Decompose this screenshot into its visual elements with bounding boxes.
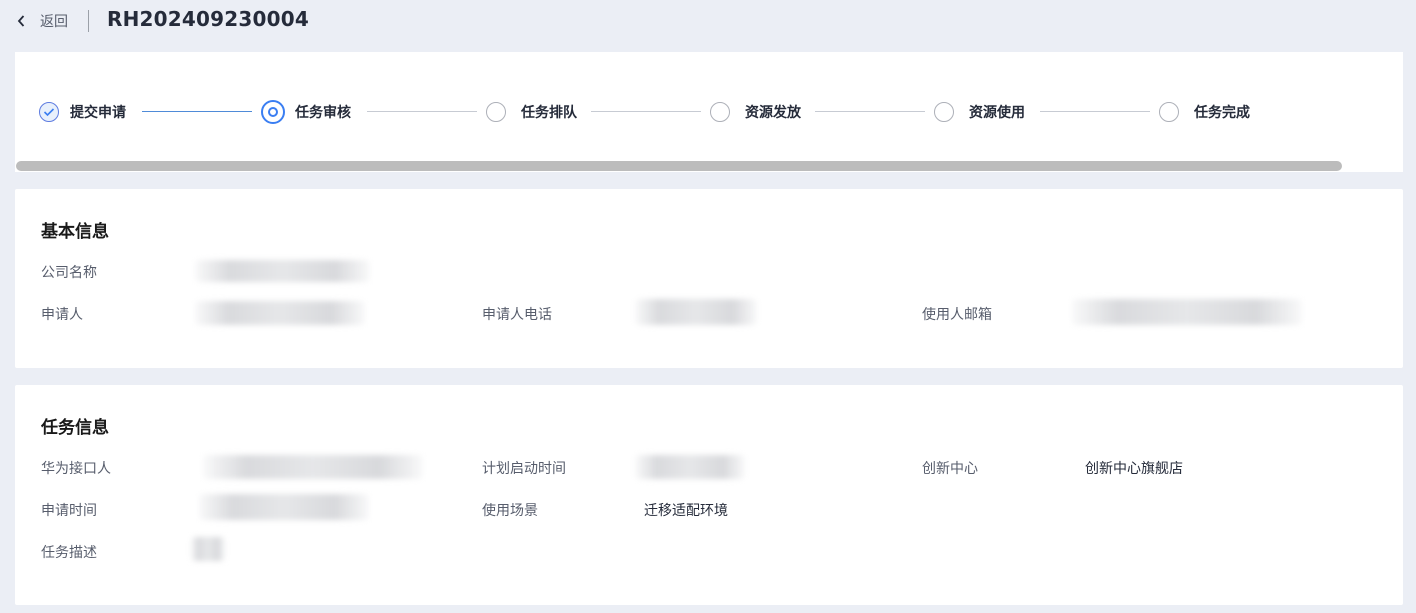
step-connector xyxy=(1040,111,1150,112)
usage-scenario-value: 迁移适配环境 xyxy=(644,503,728,519)
task-description-value-redacted xyxy=(191,537,225,561)
planned-start-label: 计划启动时间 xyxy=(482,461,566,477)
scrollbar-thumb[interactable] xyxy=(16,161,1342,171)
innovation-center-value: 创新中心旗舰店 xyxy=(1085,461,1183,477)
task-info-card: 任务信息 华为接口人 计划启动时间 创新中心 创新中心旗舰店 申请时间 使用场景… xyxy=(15,385,1403,605)
basic-info-card: 基本信息 公司名称 申请人 申请人电话 使用人邮箱 xyxy=(15,189,1403,368)
active-step-icon xyxy=(261,100,285,124)
company-name-value-redacted xyxy=(195,260,370,282)
step-complete: 任务完成 xyxy=(1159,99,1250,125)
page-header: 返回 RH202409230004 xyxy=(0,0,1416,44)
step-label: 任务排队 xyxy=(521,105,577,121)
check-icon xyxy=(39,102,59,122)
step-label: 任务完成 xyxy=(1194,105,1250,121)
planned-start-value-redacted xyxy=(635,455,745,479)
step-connector xyxy=(815,111,925,112)
user-email-value-redacted xyxy=(1072,299,1302,325)
applicant-label: 申请人 xyxy=(41,307,83,323)
pending-step-icon xyxy=(934,102,954,122)
task-description-label: 任务描述 xyxy=(41,545,97,561)
steps-bar: 提交申请 任务审核 任务排队 资源发放 资源使用 任务完成 xyxy=(15,99,1403,125)
step-connector xyxy=(142,111,252,112)
section-title: 任务信息 xyxy=(41,418,109,438)
apply-time-label: 申请时间 xyxy=(41,503,97,519)
page-title: RH202409230004 xyxy=(107,7,309,31)
pending-step-icon xyxy=(710,102,730,122)
step-queue: 任务排队 xyxy=(486,99,577,125)
step-connector xyxy=(591,111,701,112)
section-title: 基本信息 xyxy=(41,222,109,242)
header-divider xyxy=(88,10,89,32)
applicant-phone-label: 申请人电话 xyxy=(482,307,552,323)
chevron-left-icon xyxy=(16,10,30,32)
user-email-label: 使用人邮箱 xyxy=(922,307,992,323)
step-label: 任务审核 xyxy=(295,105,351,121)
step-label: 提交申请 xyxy=(70,105,126,121)
back-button[interactable]: 返回 xyxy=(16,10,68,32)
step-usage: 资源使用 xyxy=(934,99,1025,125)
huawei-contact-value-redacted xyxy=(203,455,423,479)
step-label: 资源使用 xyxy=(969,105,1025,121)
pending-step-icon xyxy=(1159,102,1179,122)
progress-steps-card: 提交申请 任务审核 任务排队 资源发放 资源使用 任务完成 xyxy=(15,52,1403,172)
usage-scenario-label: 使用场景 xyxy=(482,503,538,519)
step-label: 资源发放 xyxy=(745,105,801,121)
apply-time-value-redacted xyxy=(199,494,369,520)
company-name-label: 公司名称 xyxy=(41,265,97,281)
applicant-value-redacted xyxy=(195,301,365,325)
innovation-center-label: 创新中心 xyxy=(922,461,978,477)
step-submit: 提交申请 xyxy=(39,99,126,125)
huawei-contact-label: 华为接口人 xyxy=(41,461,111,477)
back-label: 返回 xyxy=(40,14,68,30)
step-provision: 资源发放 xyxy=(710,99,801,125)
applicant-phone-value-redacted xyxy=(635,299,757,325)
step-review: 任务审核 xyxy=(261,99,351,125)
step-connector xyxy=(367,111,477,112)
pending-step-icon xyxy=(486,102,506,122)
horizontal-scrollbar[interactable] xyxy=(15,160,1403,172)
